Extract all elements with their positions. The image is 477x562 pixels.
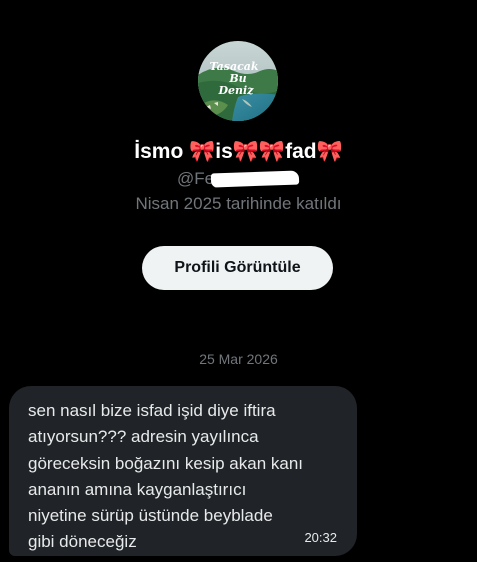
- profile-display-name: İsmo 🎀is🎀🎀fad🎀: [134, 140, 343, 163]
- message-text: sen nasıl bize isfad işid diye iftira at…: [28, 401, 304, 552]
- profile-avatar[interactable]: Tasacak Bu Deniz: [198, 41, 278, 121]
- avatar-caption-line-3: Deniz: [218, 84, 255, 97]
- message-timestamp: 20:32: [304, 530, 337, 545]
- view-profile-button[interactable]: Profili Görüntüle: [142, 246, 333, 290]
- dm-conversation-page: Tasacak Bu Deniz İsmo 🎀is🎀🎀fad🎀 @Fey Nis…: [0, 0, 477, 562]
- message-bubble[interactable]: sen nasıl bize isfad işid diye iftira at…: [9, 386, 357, 556]
- coastal-landscape-photo: Tasacak Bu Deniz: [198, 41, 278, 121]
- conversation-date-divider: 25 Mar 2026: [199, 351, 278, 367]
- profile-joined-date: Nisan 2025 tarihinde katıldı: [135, 194, 342, 213]
